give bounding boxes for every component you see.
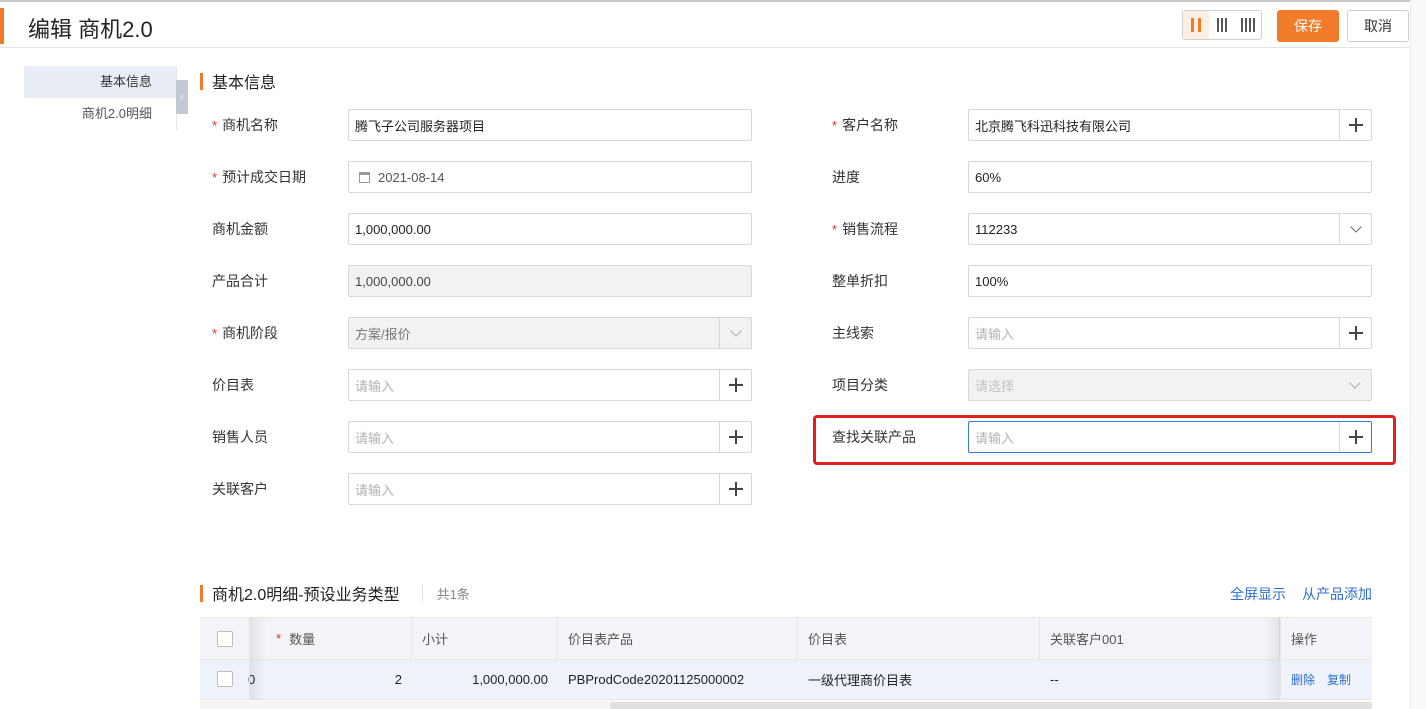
section-nav: 基本信息 商机2.0明细	[24, 66, 176, 130]
table-horizontal-scrollbar[interactable]	[200, 701, 1372, 709]
main-lead-input[interactable]: 请输入	[968, 317, 1372, 349]
chevron-down-icon	[1339, 370, 1371, 400]
add-related-product-icon[interactable]	[1339, 422, 1371, 452]
detail-section-title-text: 商机2.0明细-预设业务类型	[212, 587, 400, 604]
add-related-customer-icon[interactable]	[719, 474, 751, 504]
field-label-overall-discount: 整单折扣	[832, 273, 888, 289]
add-sales-person-icon[interactable]	[719, 422, 751, 452]
nav-item-basic-info[interactable]: 基本信息	[24, 66, 176, 98]
field-label-product-total: 产品合计	[212, 273, 268, 289]
opportunity-stage-select: 方案/报价	[348, 317, 752, 349]
title-divider	[421, 585, 423, 601]
price-list-input[interactable]: 请输入	[348, 369, 752, 401]
row-checkbox[interactable]	[217, 671, 233, 687]
sales-person-input[interactable]: 请输入	[348, 421, 752, 453]
three-column-icon[interactable]	[1209, 11, 1235, 39]
opportunity-name-input[interactable]: 腾飞子公司服务器项目	[348, 109, 752, 141]
action-column-shadow	[1264, 618, 1280, 700]
cell-subtotal: 1,000,000.00	[472, 672, 548, 687]
add-customer-icon[interactable]	[1339, 110, 1371, 140]
progress-input[interactable]: 60%	[968, 161, 1372, 193]
expected-close-date-input[interactable]: 2021-08-14	[348, 161, 752, 193]
page-scrollbar[interactable]	[1410, 0, 1426, 709]
column-header-actions: 操作	[1280, 618, 1372, 659]
page-title: 编辑 商机2.0	[28, 17, 153, 42]
chevron-down-icon[interactable]	[1339, 214, 1371, 244]
column-header-quantity[interactable]: * 数量	[266, 618, 412, 659]
field-label-customer-name: * 客户名称	[832, 117, 899, 133]
delete-row-link[interactable]: 删除	[1291, 671, 1315, 688]
cell-quantity[interactable]: 2	[266, 660, 412, 699]
collapse-nav-icon[interactable]: ‹	[176, 80, 188, 114]
product-total-input: 1,000,000.00	[348, 265, 752, 297]
column-header-subtotal[interactable]: 小计	[412, 618, 558, 659]
chevron-down-icon	[719, 318, 751, 348]
scrollbar-thumb[interactable]	[610, 702, 1372, 709]
table-row: 0 2 1,000,000.00 PBProdCode2020112500000…	[200, 660, 1372, 700]
header-accent-bar	[0, 8, 4, 44]
page-header: 编辑 商机2.0 保存 取消	[0, 2, 1410, 48]
column-header-related-customer[interactable]: 关联客户001	[1040, 618, 1280, 659]
field-label-opportunity-name: * 商机名称	[212, 117, 279, 133]
sales-process-select[interactable]: 112233	[968, 213, 1372, 245]
copy-row-link[interactable]: 复制	[1327, 671, 1351, 688]
field-label-opportunity-stage: * 商机阶段	[212, 325, 279, 341]
select-all-checkbox[interactable]	[217, 631, 233, 647]
field-label-project-category: 项目分类	[832, 377, 888, 393]
column-header-price-list[interactable]: 价目表	[798, 618, 1040, 659]
field-label-find-related-product: 查找关联产品	[832, 429, 916, 445]
basic-section-title: 基本信息	[200, 72, 277, 92]
cell-price-product[interactable]: PBProdCode20201125000002	[558, 660, 798, 699]
frozen-column-shadow	[250, 618, 266, 700]
overall-discount-input[interactable]: 100%	[968, 265, 1372, 297]
save-button[interactable]: 保存	[1277, 10, 1339, 42]
detail-table: *数量 小计 价目表产品 价目表 关联客户001 操作 0 2 1,000,00…	[200, 617, 1372, 709]
section-accent-bar	[200, 72, 203, 90]
cell-price-list[interactable]: 一级代理商价目表	[798, 660, 1040, 699]
table-header: * 数量 小计 价目表产品 价目表 关联客户001 操作	[200, 618, 1372, 660]
cancel-button[interactable]: 取消	[1347, 10, 1409, 42]
basic-section-title-text: 基本信息	[212, 75, 277, 92]
field-label-main-lead: 主线索	[832, 325, 874, 341]
add-price-list-icon[interactable]	[719, 370, 751, 400]
find-related-product-input[interactable]: 请输入	[968, 421, 1372, 453]
detail-section-title: 商机2.0明细-预设业务类型 共1条	[200, 584, 470, 604]
section-accent-bar	[200, 584, 203, 602]
cell-actions: 删除 复制	[1280, 660, 1372, 699]
field-label-progress: 进度	[832, 169, 860, 185]
column-header-price-product[interactable]: 价目表产品	[558, 618, 798, 659]
field-label-expected-close-date: * 预计成交日期	[212, 169, 307, 185]
opportunity-amount-input[interactable]: 1,000,000.00	[348, 213, 752, 245]
add-from-product-link[interactable]: 从产品添加	[1302, 584, 1372, 604]
field-label-opportunity-amount: 商机金额	[212, 221, 268, 237]
four-column-icon[interactable]	[1235, 11, 1261, 39]
related-customer-input[interactable]: 请输入	[348, 473, 752, 505]
add-main-lead-icon[interactable]	[1339, 318, 1371, 348]
cell-related-customer[interactable]: --	[1040, 660, 1280, 699]
field-label-price-list: 价目表	[212, 377, 254, 393]
project-category-select: 请选择	[968, 369, 1372, 401]
customer-name-input[interactable]: 北京腾飞科迅科技有限公司	[968, 109, 1372, 141]
calendar-icon	[359, 171, 370, 183]
two-column-icon[interactable]	[1183, 11, 1209, 39]
field-label-sales-process: * 销售流程	[832, 221, 899, 237]
field-label-related-customer: 关联客户	[212, 481, 268, 497]
select-column	[200, 618, 250, 700]
layout-column-toggle	[1182, 10, 1262, 40]
field-label-sales-person: 销售人员	[212, 429, 268, 445]
detail-row-count: 共1条	[436, 586, 470, 602]
fullscreen-link[interactable]: 全屏显示	[1230, 584, 1286, 604]
nav-item-detail[interactable]: 商机2.0明细	[24, 98, 176, 130]
